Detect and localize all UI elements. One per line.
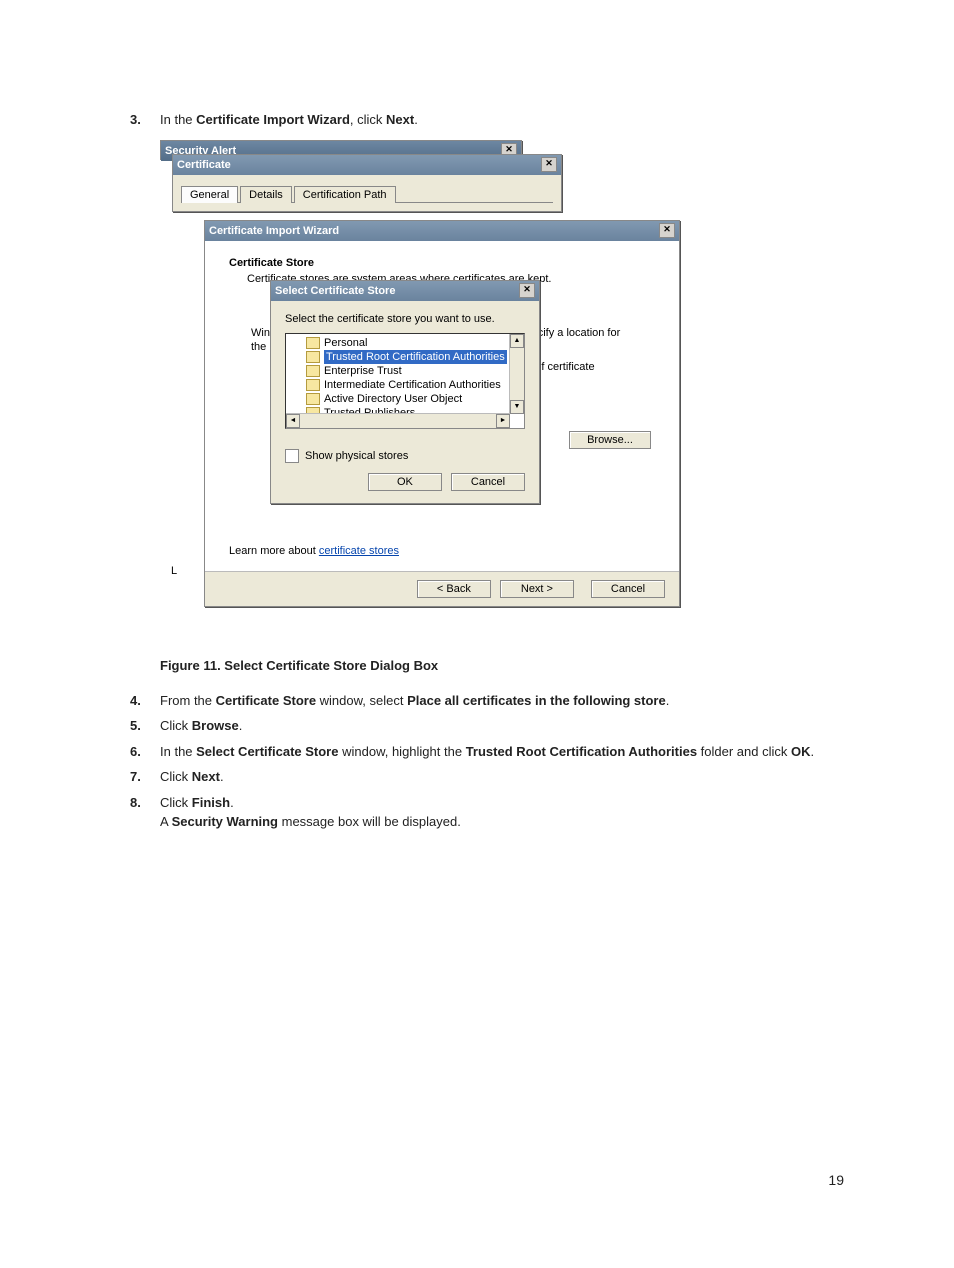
tab-details[interactable]: Details bbox=[240, 186, 292, 203]
show-physical-row[interactable]: Show physical stores bbox=[285, 449, 525, 463]
page-number: 19 bbox=[828, 1172, 844, 1188]
step-text: In the Select Certificate Store window, … bbox=[160, 742, 854, 762]
step-8: 8. Click Finish. A Security Warning mess… bbox=[130, 793, 854, 832]
step-number: 4. bbox=[130, 691, 160, 711]
store-prompt: Select the certificate store you want to… bbox=[285, 313, 525, 325]
back-button[interactable]: < Back bbox=[417, 580, 491, 598]
tree-item-aduo[interactable]: Active Directory User Object bbox=[286, 392, 524, 406]
step-4: 4. From the Certificate Store window, se… bbox=[130, 691, 854, 711]
step-text: From the Certificate Store window, selec… bbox=[160, 691, 854, 711]
wizard-footer: < Back Next > Cancel bbox=[205, 571, 679, 606]
ok-button[interactable]: OK bbox=[368, 473, 442, 491]
step-text: In the Certificate Import Wizard, click … bbox=[160, 110, 854, 130]
folder-icon bbox=[306, 365, 320, 377]
next-button[interactable]: Next > bbox=[500, 580, 574, 598]
titlebar-text: Certificate bbox=[177, 159, 231, 171]
step-text: Click Finish. A Security Warning message… bbox=[160, 793, 854, 832]
tab-general[interactable]: General bbox=[181, 186, 238, 203]
folder-icon bbox=[306, 351, 320, 363]
learn-more: Learn more about certificate stores bbox=[229, 545, 399, 557]
scroll-down-icon[interactable]: ▼ bbox=[510, 400, 524, 414]
step-number: 8. bbox=[130, 793, 160, 813]
close-icon[interactable]: ✕ bbox=[541, 157, 557, 172]
tab-strip: General Details Certification Path bbox=[181, 185, 553, 203]
step-text: Click Browse. bbox=[160, 716, 854, 736]
window-select-store: Select Certificate Store ✕ Select the ce… bbox=[270, 280, 540, 504]
folder-icon bbox=[306, 379, 320, 391]
instruction-list: 3. In the Certificate Import Wizard, cli… bbox=[130, 110, 854, 130]
fragment-L: L bbox=[171, 565, 177, 577]
tree-item-trusted-root[interactable]: Trusted Root Certification Authorities bbox=[286, 350, 524, 364]
folder-icon bbox=[306, 337, 320, 349]
close-icon[interactable]: ✕ bbox=[519, 283, 535, 298]
titlebar-text: Certificate Import Wizard bbox=[209, 225, 339, 237]
close-icon[interactable]: ✕ bbox=[659, 223, 675, 238]
tab-certpath[interactable]: Certification Path bbox=[294, 186, 396, 203]
step-6: 6. In the Select Certificate Store windo… bbox=[130, 742, 854, 762]
window-certificate: Certificate ✕ General Details Certificat… bbox=[172, 154, 562, 212]
step-7: 7. Click Next. bbox=[130, 767, 854, 787]
cancel-button[interactable]: Cancel bbox=[591, 580, 665, 598]
step-5: 5. Click Browse. bbox=[130, 716, 854, 736]
scrollbar-vertical[interactable]: ▲ ▼ bbox=[509, 334, 524, 414]
wizard-heading: Certificate Store bbox=[229, 257, 655, 269]
step-number: 3. bbox=[130, 110, 160, 130]
tree-item-enterprise[interactable]: Enterprise Trust bbox=[286, 364, 524, 378]
browse-button[interactable]: Browse... bbox=[569, 431, 651, 449]
titlebar-text: Select Certificate Store bbox=[275, 285, 395, 297]
scroll-up-icon[interactable]: ▲ bbox=[510, 334, 524, 348]
cancel-button[interactable]: Cancel bbox=[451, 473, 525, 491]
learn-more-link[interactable]: certificate stores bbox=[319, 545, 399, 557]
figure-caption: Figure 11. Select Certificate Store Dial… bbox=[160, 658, 854, 673]
store-footer: OK Cancel bbox=[271, 473, 539, 503]
scroll-left-icon[interactable]: ◄ bbox=[286, 414, 300, 428]
step-number: 7. bbox=[130, 767, 160, 787]
step-number: 6. bbox=[130, 742, 160, 762]
fragment-win: Win bbox=[251, 327, 270, 339]
tree-item-personal[interactable]: Personal bbox=[286, 336, 524, 350]
instruction-list-2: 4. From the Certificate Store window, se… bbox=[130, 691, 854, 832]
step-number: 5. bbox=[130, 716, 160, 736]
folder-icon bbox=[306, 393, 320, 405]
figure-screenshot: Security Alert ✕ Certificate ✕ General D… bbox=[160, 140, 854, 640]
step-text: Click Next. bbox=[160, 767, 854, 787]
show-physical-checkbox[interactable] bbox=[285, 449, 299, 463]
scroll-right-icon[interactable]: ► bbox=[496, 414, 510, 428]
store-tree[interactable]: Personal Trusted Root Certification Auth… bbox=[285, 333, 525, 429]
tree-item-intermediate[interactable]: Intermediate Certification Authorities bbox=[286, 378, 524, 392]
fragment-the: the bbox=[251, 341, 266, 353]
scrollbar-horizontal[interactable]: ◄ ► bbox=[286, 413, 510, 428]
step-3: 3. In the Certificate Import Wizard, cli… bbox=[130, 110, 854, 130]
